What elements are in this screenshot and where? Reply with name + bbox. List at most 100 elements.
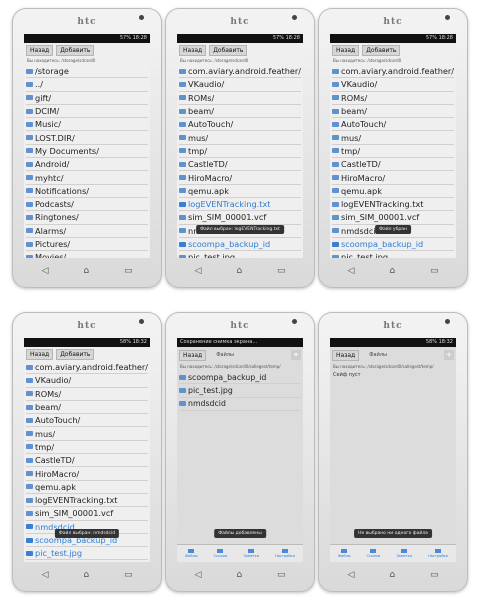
add-button[interactable]: Добавить — [362, 44, 401, 56]
list-item[interactable]: beam/ — [179, 105, 301, 119]
list-item[interactable]: scoompa_backup_id — [332, 238, 454, 252]
list-item[interactable]: sim_SIM_00001.vcf — [179, 211, 301, 225]
list-item[interactable]: pic_test.jpg — [179, 384, 301, 398]
list-item[interactable]: scoompa_backup_id — [179, 238, 301, 252]
list-item[interactable]: AutoTouch/ — [332, 118, 454, 132]
list-item[interactable]: Podcasts/ — [26, 198, 148, 212]
list-item[interactable]: com.aviary.android.feather/ — [332, 65, 454, 79]
list-item[interactable]: AutoTouch/ — [26, 414, 148, 428]
list-item[interactable]: scoompa_backup_id — [179, 371, 301, 385]
list-item[interactable]: qemu.apk — [332, 185, 454, 198]
list-item[interactable]: ROMs/ — [179, 92, 301, 105]
tab-2[interactable]: Заметки — [243, 549, 259, 558]
list-item[interactable]: tmp/ — [26, 441, 148, 455]
list-item[interactable]: gift/ — [26, 92, 148, 105]
list-item[interactable]: sim_SIM_00001.vcf — [26, 507, 148, 521]
list-item[interactable]: nmdsdcid — [179, 398, 301, 411]
recent-apps-icon[interactable]: ▭ — [277, 266, 286, 276]
list-item[interactable]: com.aviary.android.feather/ — [179, 65, 301, 79]
list-item[interactable]: LOST.DIR/ — [26, 131, 148, 145]
tab-1[interactable]: Ссылки — [367, 549, 380, 558]
recent-apps-icon[interactable]: ▭ — [430, 266, 439, 276]
list-item[interactable]: HiroMacro/ — [26, 467, 148, 481]
list-item[interactable]: logEVENTracking.txt — [179, 198, 301, 212]
list-item[interactable]: Pictures/ — [26, 238, 148, 252]
list-item[interactable]: beam/ — [26, 401, 148, 415]
list-item[interactable]: mus/ — [179, 131, 301, 145]
list-item[interactable]: pic_test.jpg — [26, 547, 148, 561]
list-item[interactable]: CastleTD/ — [179, 158, 301, 172]
list-item[interactable]: CastleTD/ — [332, 158, 454, 172]
back-button[interactable]: Назад — [179, 349, 207, 361]
add-button[interactable]: Добавить — [56, 348, 95, 360]
tab-3[interactable]: Настройки — [428, 549, 448, 558]
home-icon[interactable]: ⌂ — [236, 266, 242, 276]
back-button[interactable]: Назад — [26, 348, 54, 360]
home-icon[interactable]: ⌂ — [83, 266, 89, 276]
list-item[interactable]: logEVENTracking.txt — [26, 494, 148, 508]
list-item[interactable]: VKaudio/ — [332, 78, 454, 92]
list-item[interactable]: com.aviary.android.feather/ — [26, 361, 148, 375]
list-item[interactable]: DCIM/ — [26, 105, 148, 119]
list-item[interactable]: /storage — [26, 65, 148, 79]
list-item[interactable]: CastleTD/ — [26, 454, 148, 468]
back-icon[interactable]: ◁ — [194, 570, 201, 580]
list-item[interactable]: Android/ — [26, 158, 148, 172]
list-item[interactable]: pic_test.jpg — [332, 251, 454, 258]
add-button[interactable]: Добавить — [209, 44, 248, 56]
tab-0[interactable]: Файлы — [185, 549, 197, 558]
home-icon[interactable]: ⌂ — [83, 570, 89, 580]
back-button[interactable]: Назад — [332, 44, 360, 56]
add-icon[interactable]: + — [444, 350, 454, 360]
tab-1[interactable]: Ссылки — [214, 549, 227, 558]
add-button[interactable]: Добавить — [56, 44, 95, 56]
list-item[interactable]: mus/ — [26, 427, 148, 441]
home-icon[interactable]: ⌂ — [236, 570, 242, 580]
recent-apps-icon[interactable]: ▭ — [124, 266, 133, 276]
list-item[interactable]: ../ — [26, 78, 148, 92]
list-item[interactable]: pic_test.jpg — [179, 251, 301, 258]
home-icon[interactable]: ⌂ — [389, 570, 395, 580]
list-item[interactable]: tmp/ — [332, 145, 454, 159]
list-item[interactable]: HiroMacro/ — [332, 171, 454, 185]
tab-3[interactable]: Настройки — [275, 549, 295, 558]
list-item[interactable]: VKaudio/ — [26, 374, 148, 388]
list-item[interactable]: AutoTouch/ — [179, 118, 301, 132]
list-item[interactable]: beam/ — [332, 105, 454, 119]
back-icon[interactable]: ◁ — [41, 570, 48, 580]
list-item[interactable]: mus/ — [332, 131, 454, 145]
back-icon[interactable]: ◁ — [194, 266, 201, 276]
list-item[interactable]: VKaudio/ — [179, 78, 301, 92]
add-icon[interactable]: + — [291, 350, 301, 360]
list-item[interactable]: Ringtones/ — [26, 211, 148, 225]
recent-apps-icon[interactable]: ▭ — [277, 570, 286, 580]
back-button[interactable]: Назад — [26, 44, 54, 56]
tab-0[interactable]: Файлы — [338, 549, 350, 558]
list-item[interactable]: qemu.apk — [179, 185, 301, 198]
recent-apps-icon[interactable]: ▭ — [124, 570, 133, 580]
back-button[interactable]: Назад — [332, 349, 360, 361]
list-item[interactable]: qemu.apk — [26, 481, 148, 494]
back-icon[interactable]: ◁ — [347, 570, 354, 580]
list-item[interactable]: logEVENTracking.txt — [332, 198, 454, 212]
list-item[interactable]: tmp/ — [179, 145, 301, 159]
back-button[interactable]: Назад — [179, 44, 207, 56]
list-item[interactable]: ROMs/ — [332, 92, 454, 105]
bottom-tabs: Файлы Ссылки Заметки Настройки — [330, 544, 456, 562]
list-item[interactable]: My Documents/ — [26, 145, 148, 159]
list-item-label: logEVENTracking.txt — [341, 199, 424, 210]
list-item[interactable]: sim_SIM_00001.vcf — [332, 211, 454, 225]
back-icon[interactable]: ◁ — [347, 266, 354, 276]
list-item[interactable]: Notifications/ — [26, 185, 148, 198]
tab-2[interactable]: Заметки — [396, 549, 412, 558]
back-icon[interactable]: ◁ — [41, 266, 48, 276]
list-item[interactable]: Music/ — [26, 118, 148, 132]
list-item[interactable]: ROMs/ — [26, 388, 148, 401]
list-item[interactable]: myhtc/ — [26, 171, 148, 185]
folder-icon — [179, 175, 186, 181]
list-item[interactable]: HiroMacro/ — [179, 171, 301, 185]
home-icon[interactable]: ⌂ — [389, 266, 395, 276]
list-item[interactable]: Movies/ — [26, 251, 148, 258]
list-item[interactable]: Alarms/ — [26, 225, 148, 238]
recent-apps-icon[interactable]: ▭ — [430, 570, 439, 580]
